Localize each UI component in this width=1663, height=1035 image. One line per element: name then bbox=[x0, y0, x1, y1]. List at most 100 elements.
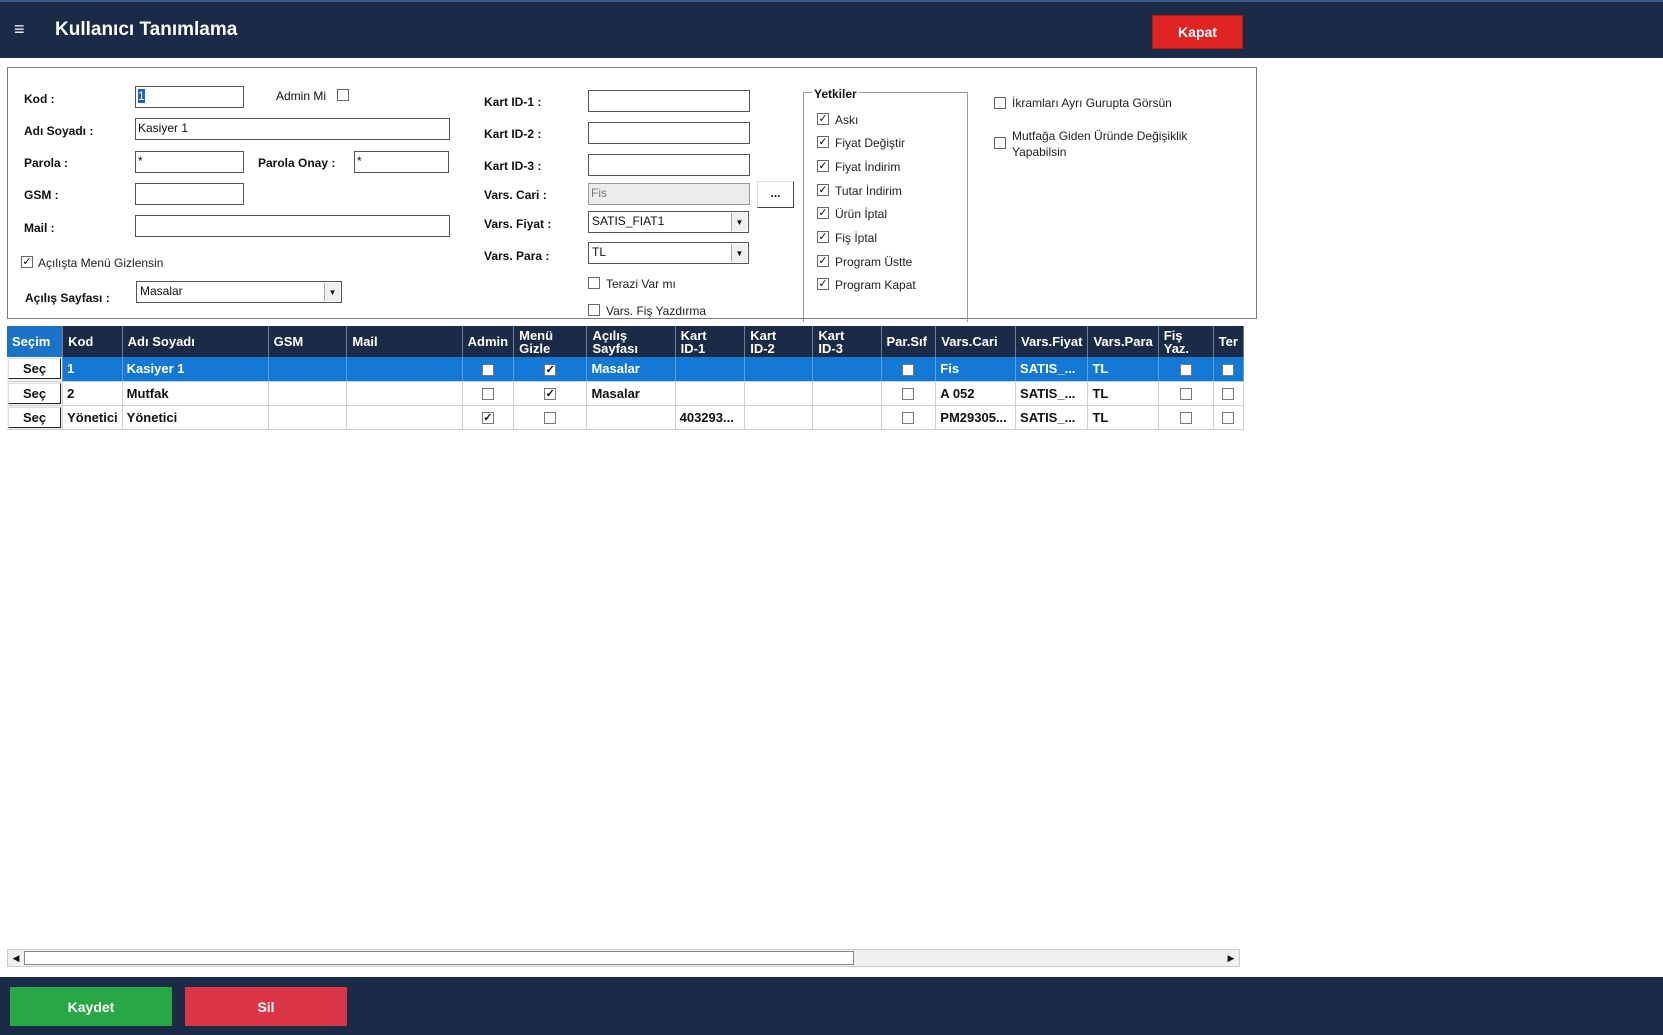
table-row[interactable]: Seç 1 Kasiyer 1 ✓ Masalar Fis SATIS_... TL bbox=[7, 357, 1244, 382]
horizontal-scrollbar[interactable]: ◀ ▶ bbox=[7, 949, 1240, 967]
cell-checkbox[interactable] bbox=[544, 412, 557, 425]
mail-input[interactable] bbox=[135, 215, 450, 237]
column-header[interactable]: Mail bbox=[346, 326, 463, 357]
cell-kart2 bbox=[744, 381, 814, 406]
adsoyad-label: Adı Soyadı : bbox=[24, 124, 94, 138]
column-header[interactable]: Ter bbox=[1213, 326, 1244, 357]
cell-kart2 bbox=[744, 405, 814, 430]
acilis-select[interactable]: Masalar ▼ bbox=[136, 281, 342, 303]
cell-checkbox[interactable] bbox=[481, 388, 494, 401]
column-header[interactable]: Fiş Yaz. bbox=[1158, 326, 1214, 357]
cell-checkbox[interactable] bbox=[1222, 363, 1235, 376]
table-row[interactable]: Seç Yönetici Yönetici ✓ 403293... PM29305... S… bbox=[7, 405, 1244, 430]
cell-ter bbox=[1213, 405, 1244, 430]
gsm-input[interactable] bbox=[135, 183, 244, 205]
yetki-urun-iptal-checkbox[interactable]: ✓ bbox=[817, 207, 829, 219]
dropdown-arrow-icon[interactable]: ▼ bbox=[731, 244, 747, 262]
delete-button[interactable]: Sil bbox=[185, 987, 347, 1026]
gsm-label: GSM : bbox=[24, 188, 59, 202]
column-header[interactable]: GSM bbox=[268, 326, 348, 357]
kart2-input[interactable] bbox=[588, 122, 750, 144]
menu-gizle-checkbox[interactable]: ✓ bbox=[21, 256, 33, 268]
close-button[interactable]: Kapat bbox=[1152, 15, 1243, 49]
cell-kart3 bbox=[812, 405, 882, 430]
yetki-tutar-indirim-checkbox[interactable]: ✓ bbox=[817, 184, 829, 196]
yetki-fiyat-indirim-label: Fiyat İndirim bbox=[835, 160, 901, 174]
mutfak-label-line2: Yapabilsin bbox=[1012, 145, 1067, 159]
vars-cari-input[interactable]: Fis bbox=[588, 183, 750, 205]
cell-kart1 bbox=[675, 357, 746, 382]
dropdown-arrow-icon[interactable]: ▼ bbox=[324, 283, 340, 301]
yetki-fiyat-degistir-checkbox[interactable]: ✓ bbox=[817, 136, 829, 148]
adsoyad-input[interactable]: Kasiyer 1 bbox=[135, 118, 450, 140]
column-header[interactable]: Adı Soyadı bbox=[122, 326, 269, 357]
select-row-button[interactable]: Seç bbox=[8, 382, 62, 404]
parola-input[interactable]: * bbox=[135, 151, 244, 173]
cell-vars-cari: A 052 bbox=[935, 381, 1017, 406]
cell-mail bbox=[346, 405, 463, 430]
column-header[interactable]: Kart ID-3 bbox=[812, 326, 882, 357]
mutfak-checkbox[interactable] bbox=[994, 137, 1006, 149]
yetki-aski-checkbox[interactable]: ✓ bbox=[817, 113, 829, 125]
cell-vars-para: TL bbox=[1087, 381, 1159, 406]
parola-onay-input[interactable]: * bbox=[354, 151, 449, 173]
select-row-button[interactable]: Seç bbox=[8, 406, 62, 428]
yetki-program-ustte-checkbox[interactable]: ✓ bbox=[817, 255, 829, 267]
kart1-input[interactable] bbox=[588, 90, 750, 112]
table-row[interactable]: Seç 2 Mutfak ✓ Masalar A 052 SATIS_... TL bbox=[7, 381, 1244, 406]
column-header[interactable]: Kart ID-2 bbox=[744, 326, 814, 357]
column-header[interactable]: Admin bbox=[462, 326, 515, 357]
cell-checkbox[interactable] bbox=[1179, 412, 1192, 425]
cell-checkbox[interactable] bbox=[1179, 388, 1192, 401]
ikram-checkbox[interactable] bbox=[994, 97, 1006, 109]
column-header[interactable]: Par.Sıf bbox=[881, 326, 937, 357]
cell-checkbox[interactable] bbox=[1222, 412, 1235, 425]
terazi-checkbox[interactable] bbox=[588, 277, 600, 289]
cell-checkbox[interactable] bbox=[1222, 388, 1235, 401]
column-header[interactable]: Kod bbox=[62, 326, 123, 357]
cell-kart1 bbox=[675, 381, 746, 406]
dropdown-arrow-icon[interactable]: ▼ bbox=[731, 213, 747, 231]
cell-adsoyad: Mutfak bbox=[122, 381, 269, 406]
admin-checkbox[interactable] bbox=[337, 89, 349, 101]
cell-checkbox[interactable] bbox=[1179, 363, 1192, 376]
column-header[interactable]: Vars.Cari bbox=[935, 326, 1017, 357]
parola-onay-label: Parola Onay : bbox=[258, 156, 336, 170]
yetki-program-kapat-checkbox[interactable]: ✓ bbox=[817, 278, 829, 290]
cell-menu-gizle: ✓ bbox=[513, 381, 588, 406]
vars-fiyat-select[interactable]: SATIS_FIAT1 ▼ bbox=[588, 211, 749, 233]
page-title: Kullanıcı Tanımlama bbox=[55, 19, 238, 40]
cell-checkbox[interactable]: ✓ bbox=[481, 412, 494, 425]
cell-checkbox[interactable] bbox=[481, 363, 494, 376]
column-header[interactable]: Kart ID-1 bbox=[675, 326, 746, 357]
mutfak-label-line1: Mutfağa Giden Üründe Değişiklik bbox=[1012, 129, 1188, 143]
yetki-aski-label: Askı bbox=[835, 113, 859, 127]
cell-checkbox[interactable] bbox=[902, 363, 915, 376]
yetki-fiyat-indirim-checkbox[interactable]: ✓ bbox=[817, 160, 829, 172]
cell-acilis: Masalar bbox=[586, 381, 676, 406]
scroll-left-icon[interactable]: ◀ bbox=[8, 950, 24, 966]
cell-checkbox[interactable]: ✓ bbox=[544, 388, 557, 401]
scroll-thumb[interactable] bbox=[24, 951, 854, 965]
cell-checkbox[interactable] bbox=[902, 412, 915, 425]
column-header[interactable]: Seçim bbox=[7, 326, 64, 357]
select-cell: Seç bbox=[7, 357, 64, 382]
column-header[interactable]: Vars.Para bbox=[1087, 326, 1159, 357]
browse-cari-button[interactable]: ... bbox=[757, 181, 794, 208]
yetki-fis-iptal-checkbox[interactable]: ✓ bbox=[817, 231, 829, 243]
save-button[interactable]: Kaydet bbox=[10, 987, 172, 1026]
menu-icon[interactable]: ≡ bbox=[14, 19, 25, 40]
fis-yazdirma-checkbox[interactable] bbox=[588, 304, 600, 316]
column-header[interactable]: Vars.Fiyat bbox=[1015, 326, 1089, 357]
cell-adsoyad: Kasiyer 1 bbox=[122, 357, 269, 382]
scroll-right-icon[interactable]: ▶ bbox=[1223, 950, 1239, 966]
vars-para-select[interactable]: TL ▼ bbox=[588, 242, 749, 264]
kart3-input[interactable] bbox=[588, 154, 750, 176]
cell-checkbox[interactable]: ✓ bbox=[544, 363, 557, 376]
kart2-label: Kart ID-2 : bbox=[484, 127, 542, 141]
cell-checkbox[interactable] bbox=[902, 388, 915, 401]
column-header[interactable]: Açılış Sayfası bbox=[586, 326, 676, 357]
column-header[interactable]: Menü Gizle bbox=[513, 326, 588, 357]
kod-input[interactable]: 1 bbox=[135, 86, 244, 108]
select-row-button[interactable]: Seç bbox=[8, 358, 62, 380]
